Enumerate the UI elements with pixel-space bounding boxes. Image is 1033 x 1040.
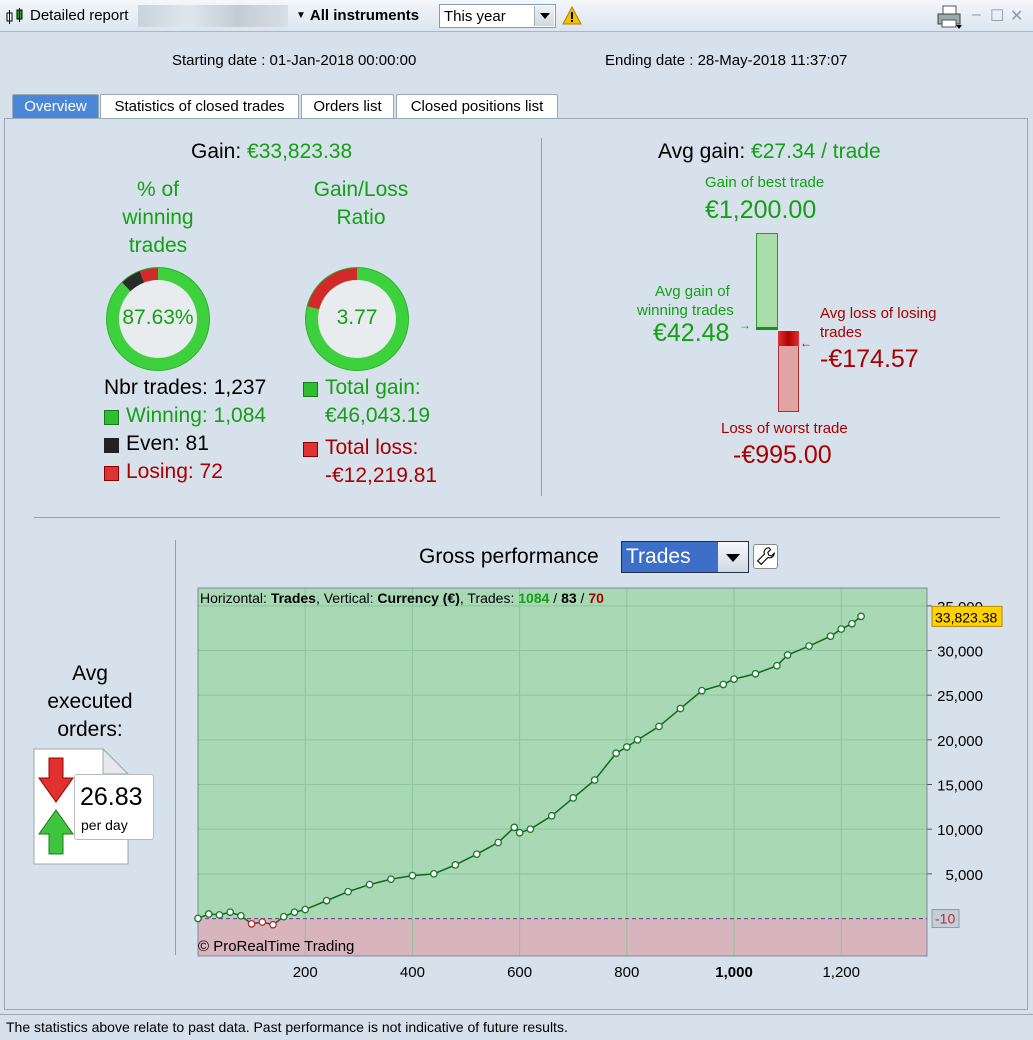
trade-point <box>258 918 267 926</box>
y-tick-label: 10,000 <box>937 822 983 839</box>
x-tick-label: 1,000 <box>715 964 753 981</box>
x-tick-label: 800 <box>614 964 639 981</box>
trade-point <box>430 869 438 878</box>
baseline-label: -10 <box>935 911 955 927</box>
trade-point <box>387 875 395 884</box>
trade-point <box>226 908 235 917</box>
trade-point <box>773 661 781 670</box>
trade-point <box>857 612 865 621</box>
copyright: © ProRealTime Trading <box>198 938 355 955</box>
trade-point <box>194 914 202 923</box>
y-tick-label: 5,000 <box>945 867 983 884</box>
trade-point <box>344 887 352 896</box>
trade-point <box>269 920 277 929</box>
trade-point <box>472 850 481 859</box>
trade-point <box>848 619 856 628</box>
chart-winning-count: 1084 <box>518 590 550 606</box>
trade-point <box>237 911 245 920</box>
status-bar: The statistics above relate to past data… <box>0 1014 1033 1040</box>
trade-point <box>719 680 728 689</box>
trade-point <box>547 811 556 820</box>
chart-header: Horizontal: Trades, Vertical: Currency (… <box>200 590 604 606</box>
trade-point <box>805 642 813 650</box>
trade-point <box>279 912 288 921</box>
trade-point <box>204 910 213 918</box>
trade-point <box>698 686 706 695</box>
chart-even-count: 83 <box>561 590 577 606</box>
trade-point <box>247 919 256 928</box>
trade-point <box>408 871 417 880</box>
trade-point <box>655 722 663 731</box>
trade-point <box>515 828 524 837</box>
trade-point <box>837 625 846 633</box>
x-tick-label: 600 <box>507 964 532 981</box>
trade-point <box>290 908 299 917</box>
trade-point <box>365 880 374 889</box>
chart-h-axis: Trades <box>270 590 316 606</box>
chart-v-axis: Currency (€) <box>377 590 460 606</box>
status-text: The statistics above relate to past data… <box>6 1019 568 1035</box>
trade-point <box>783 651 792 659</box>
trade-point <box>510 823 519 832</box>
current-value-label: 33,823.38 <box>935 609 997 625</box>
trade-point <box>622 743 631 751</box>
x-tick-label: 200 <box>293 964 318 981</box>
positive-area <box>198 588 927 919</box>
trade-point <box>451 861 460 869</box>
y-tick-label: 25,000 <box>937 688 983 705</box>
trade-point <box>676 704 685 713</box>
trade-point <box>751 669 760 678</box>
performance-chart[interactable]: 2004006008001,0001,20035,00030,00025,000… <box>0 0 1033 1000</box>
y-tick-label: 20,000 <box>937 733 983 750</box>
trade-point <box>590 776 599 784</box>
y-tick-label: 30,000 <box>937 644 983 661</box>
trade-point <box>826 632 835 641</box>
trade-point <box>633 735 642 744</box>
trade-point <box>301 905 310 914</box>
trade-point <box>526 825 535 834</box>
trade-point <box>494 838 503 847</box>
trade-point <box>215 911 224 919</box>
x-tick-label: 400 <box>400 964 425 981</box>
trade-point <box>612 749 620 758</box>
x-tick-label: 1,200 <box>822 964 860 981</box>
trade-point <box>730 675 738 683</box>
trade-point <box>322 896 331 905</box>
chart-losing-count: 70 <box>588 590 604 606</box>
y-tick-label: 15,000 <box>937 778 983 795</box>
trade-point <box>569 794 578 802</box>
